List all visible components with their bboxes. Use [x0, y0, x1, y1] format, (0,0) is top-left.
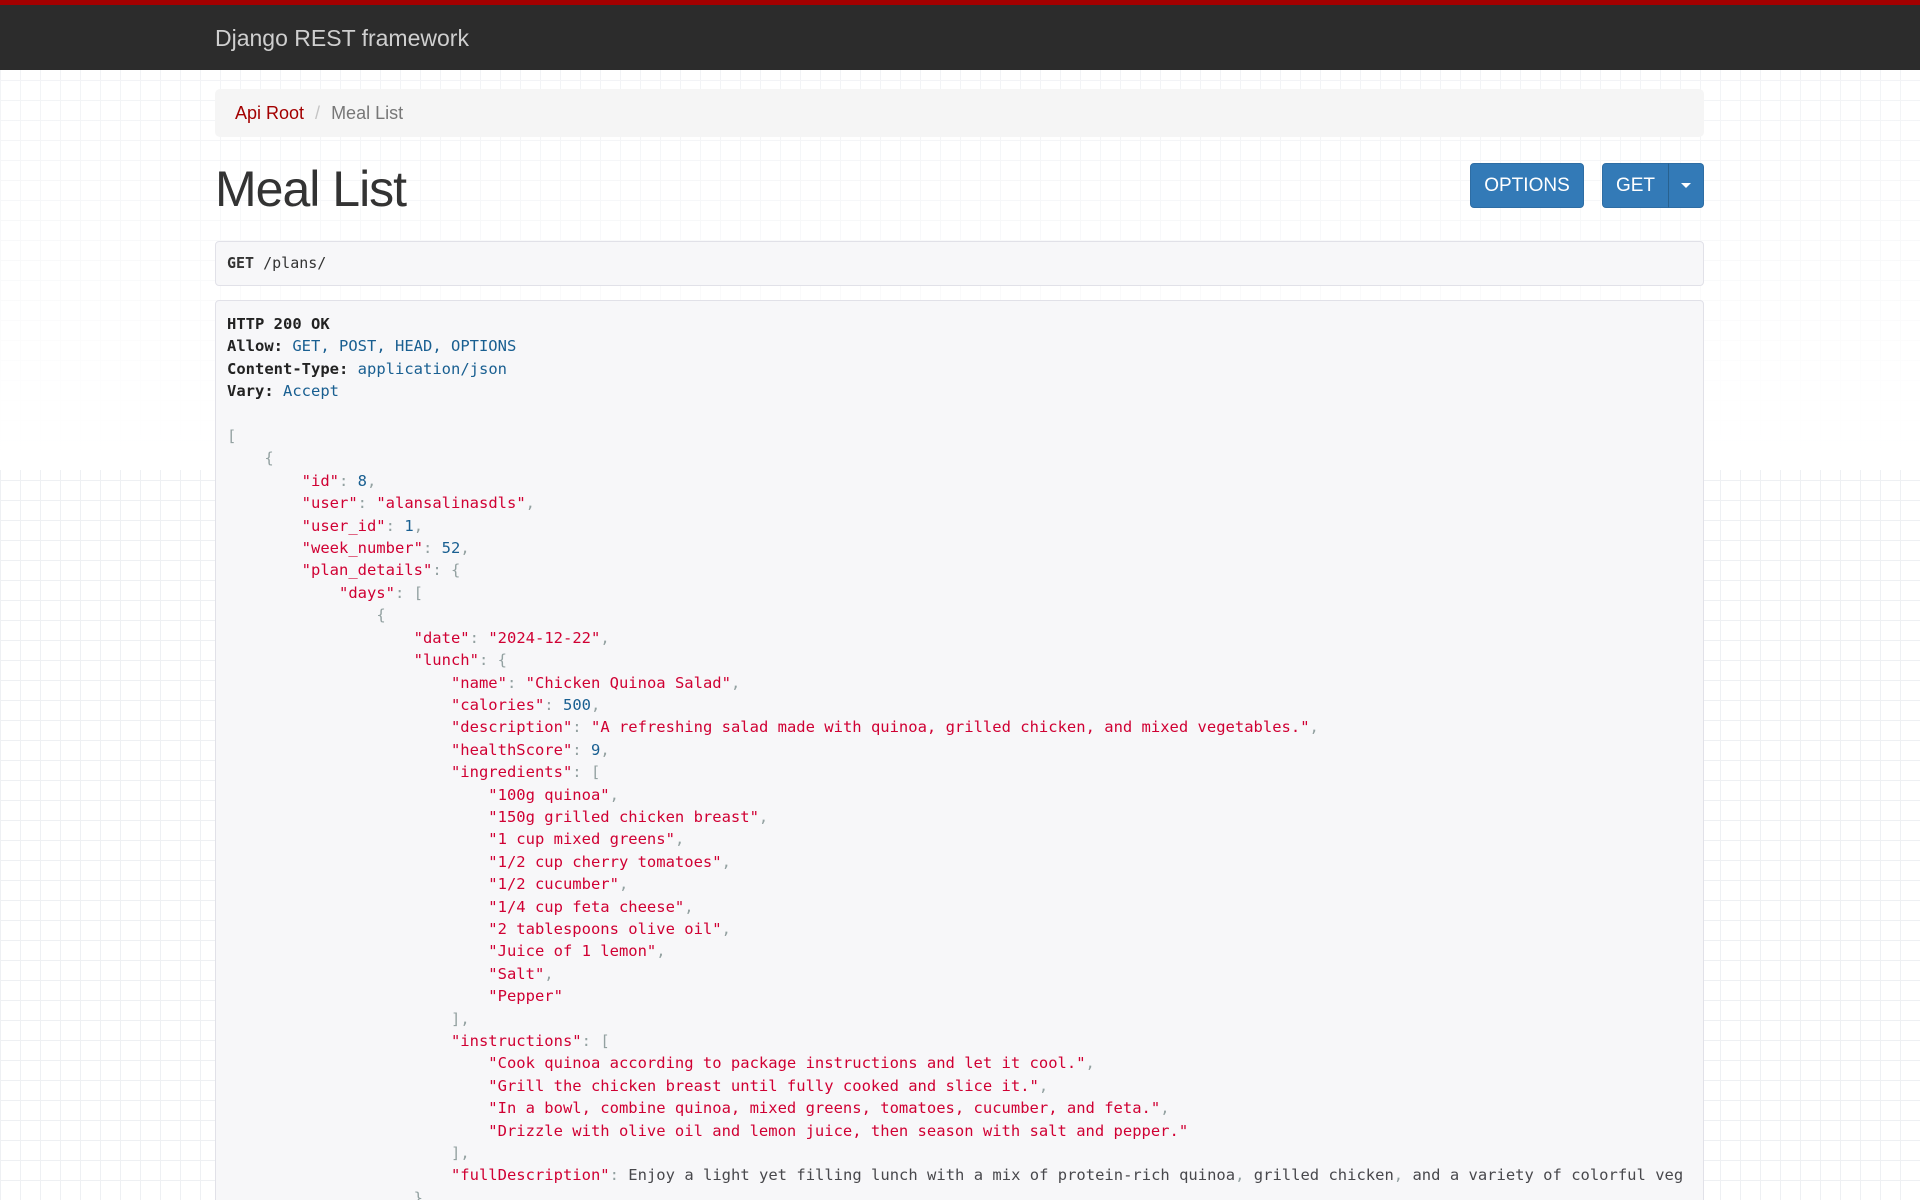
request-method: GET	[227, 254, 255, 272]
response-header-name: Vary:	[227, 382, 274, 401]
json-line: "Juice of 1 lemon",	[488, 942, 666, 961]
json-line: "id": 8,	[301, 471, 377, 490]
json-line: "1/2 cucumber",	[488, 875, 629, 894]
response-header-name: Allow:	[227, 337, 283, 356]
json-line: "week_number": 52,	[301, 539, 470, 558]
caret-down-icon	[1681, 182, 1691, 188]
navbar-brand[interactable]: Django REST framework	[215, 25, 469, 52]
request-path: /plans/	[263, 254, 327, 272]
json-line: ],	[450, 1009, 470, 1028]
json-line: "In a bowl, combine quinoa, mixed greens…	[488, 1099, 1170, 1118]
page-title: Meal List	[215, 161, 407, 217]
json-line: },	[413, 1188, 433, 1200]
get-format-dropdown-button[interactable]	[1668, 163, 1704, 208]
navbar: Django REST framework	[0, 0, 1920, 70]
json-line: "1/4 cup feta cheese",	[488, 897, 694, 916]
response-info: HTTP 200 OK Allow: GET, POST, HEAD, OPTI…	[215, 300, 1704, 1200]
json-line: "description": "A refreshing salad made …	[450, 718, 1319, 737]
request-info: GET /plans/	[215, 241, 1704, 286]
json-line: "date": "2024-12-22",	[413, 628, 610, 647]
json-line: "Pepper"	[488, 987, 563, 1006]
breadcrumb-separator: /	[315, 103, 321, 123]
json-line: "1/2 cup cherry tomatoes",	[488, 852, 731, 871]
json-line: "ingredients": [	[450, 763, 601, 782]
response-content: HTTP 200 OK Allow: GET, POST, HEAD, OPTI…	[216, 301, 1703, 1200]
response-header-value: Accept	[283, 382, 340, 401]
breadcrumb-item-api-root[interactable]: Api Root	[235, 103, 304, 123]
json-line: "Drizzle with olive oil and lemon juice,…	[488, 1121, 1189, 1140]
response-header-value: GET, POST, HEAD, OPTIONS	[292, 337, 517, 356]
json-line: "fullDescription": Enjoy a light yet fil…	[450, 1166, 1684, 1185]
json-line: {	[264, 449, 274, 468]
get-button[interactable]: GET	[1602, 163, 1669, 208]
json-line: "Salt",	[488, 964, 554, 983]
json-line: {	[376, 606, 386, 625]
json-line: "days": [	[338, 583, 424, 602]
json-line: "100g quinoa",	[488, 785, 619, 804]
json-line: "plan_details": {	[301, 561, 461, 580]
json-line: ],	[450, 1144, 470, 1163]
json-line: "1 cup mixed greens",	[488, 830, 685, 849]
json-line: "150g grilled chicken breast",	[488, 807, 769, 826]
breadcrumb-item-meal-list: Meal List	[331, 103, 404, 123]
response-header-value: application/json	[357, 359, 507, 378]
response-status: HTTP 200 OK	[227, 315, 330, 333]
json-line: "user": "alansalinasdls",	[301, 494, 535, 513]
json-line: "healthScore": 9,	[450, 740, 610, 759]
json-line: "2 tablespoons olive oil",	[488, 919, 731, 938]
response-header-name: Content-Type:	[227, 359, 349, 378]
json-line: "Grill the chicken breast until fully co…	[488, 1076, 1049, 1095]
json-line: "name": "Chicken Quinoa Salad",	[450, 673, 741, 692]
json-line: "calories": 500,	[450, 695, 601, 714]
json-line: "instructions": [	[450, 1032, 610, 1050]
json-line: [	[227, 427, 237, 446]
options-button[interactable]: OPTIONS	[1470, 163, 1584, 208]
json-line: "lunch": {	[413, 651, 507, 670]
json-line: "user_id": 1,	[301, 516, 424, 535]
response-json-body: [ { "id": 8, "user": "alansalinasdls", "…	[227, 427, 1683, 1200]
breadcrumb: Api Root / Meal List	[215, 89, 1704, 137]
json-line: "Cook quinoa according to package instru…	[488, 1054, 1095, 1073]
